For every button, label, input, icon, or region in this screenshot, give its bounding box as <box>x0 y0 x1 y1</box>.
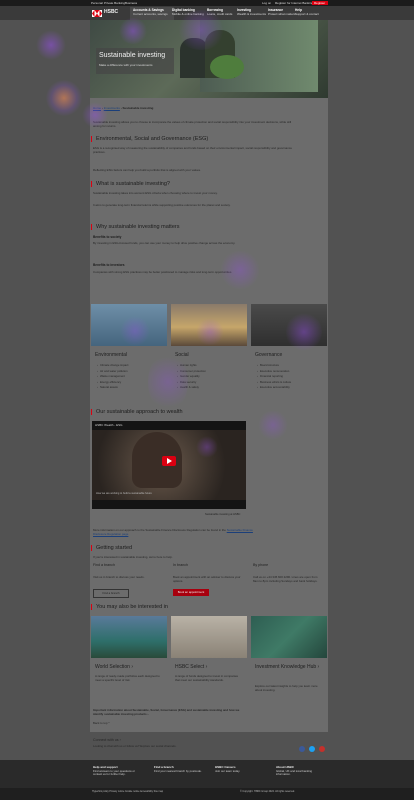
nav-item-sub: Current accounts, savings <box>133 11 168 16</box>
nav-item-sub: Mobile & online banking <box>172 11 204 16</box>
card-title-social: Social <box>175 352 189 358</box>
video-title: HSBC Wealth - ESG <box>95 423 123 427</box>
legal-copyright: © Copyright. HSBC Group 2022. All rights… <box>240 790 295 793</box>
interest-text-hsbc-select: A range of funds designed to invest in c… <box>175 674 238 682</box>
footer-careers[interactable]: HSBC Careers Join our team today. <box>215 765 265 773</box>
sfdr-text: More information on our approach to the … <box>93 528 253 536</box>
why-subheading-investors: Benefits to investors <box>93 263 125 267</box>
footer-branch-text: Find your nearest branch by postcode. <box>154 768 202 773</box>
esg-heading: Environmental, Social and Governance (ES… <box>91 136 208 142</box>
nav-item-sub: Support & contact <box>295 11 319 16</box>
connect-heading[interactable]: Connect with us › <box>93 738 121 742</box>
list-item: Health & safety <box>177 385 206 391</box>
page: Personal Private Banking Business Log on… <box>0 0 414 800</box>
brand-name: HSBC <box>104 9 119 15</box>
esg-paragraph-1: ESG is a recognised way of measuring the… <box>93 146 292 154</box>
hero-person-left <box>180 38 208 78</box>
breadcrumb: Home › Investments › Sustainable investi… <box>93 106 154 110</box>
environmental-list: Climate change impact Air and water poll… <box>97 363 128 391</box>
book-appointment-button[interactable]: Book an appointment <box>173 589 209 596</box>
list-item: Natural assets <box>97 385 128 391</box>
footer-help[interactable]: Help and support Find answers to your que… <box>93 765 143 777</box>
hero-plant <box>210 55 244 79</box>
interested-heading: You may also be interested in <box>91 604 168 610</box>
nav-item-help[interactable]: Help Support & contact <box>295 8 319 16</box>
start-col-title-inbranch: In branch <box>173 563 188 567</box>
interest-title-knowledge-hub[interactable]: Investment Knowledge Hub › <box>255 664 325 670</box>
legal-links[interactable]: Hyperlink policy Privacy notice Cookie n… <box>92 790 163 793</box>
knowledge-hub-image[interactable] <box>251 616 327 658</box>
list-item: Executive accountability <box>257 385 291 391</box>
governance-image <box>251 304 327 346</box>
nav-item-borrowing[interactable]: Borrowing Loans, credit cards <box>207 8 233 16</box>
youtube-icon[interactable] <box>319 746 325 752</box>
interest-text-knowledge-hub: Explore our latest insights to help you … <box>255 684 318 692</box>
footer-help-text: Find answers to your questions or contac… <box>93 768 135 777</box>
interest-title-hsbc-select[interactable]: HSBC Select › <box>175 664 207 670</box>
card-title-governance: Governance <box>255 352 283 358</box>
breadcrumb-investments[interactable]: Investments <box>104 106 120 110</box>
footer-about-text: Global, UK and local banking information… <box>276 768 313 777</box>
footer-branch[interactable]: Find a branch Find your nearest branch by… <box>154 765 204 773</box>
esg-paragraph-2: Reflecting ESG factors can help you buil… <box>93 168 201 172</box>
social-list: Human rights Consumer protection Gender … <box>177 363 206 391</box>
start-col-text-branch: Visit us in branch to discuss your needs… <box>93 575 145 579</box>
getting-started-heading: Getting started <box>91 545 132 551</box>
heatmap-blob <box>46 80 82 116</box>
nav-item-insurance[interactable]: Insurance Protect what matters <box>268 8 296 16</box>
nav-item-investing[interactable]: Investing Wealth & investments <box>237 8 266 16</box>
play-icon[interactable] <box>162 456 176 466</box>
interest-title-world-selection[interactable]: World Selection › <box>95 664 133 670</box>
environmental-image <box>91 304 167 346</box>
register-button[interactable]: Register <box>312 1 328 5</box>
video-caption: How we are working to build a sustainabl… <box>96 492 152 495</box>
start-col-title-branch: Find a branch <box>93 563 115 567</box>
hsbc-select-image[interactable] <box>171 616 247 658</box>
start-col-text-inbranch: Book an appointment with an adviser to d… <box>173 575 241 583</box>
nav-item-sub: Wealth & investments <box>237 11 266 16</box>
governance-list: Board structure Executive remuneration F… <box>257 363 291 391</box>
footer-careers-text: Join our team today. <box>215 768 241 773</box>
heatmap-blob <box>36 30 66 60</box>
facebook-icon[interactable] <box>299 746 305 752</box>
why-subheading-society: Benefits to society <box>93 235 122 239</box>
footer <box>0 760 414 788</box>
intro-text: Sustainable investing allows you to choo… <box>93 120 292 128</box>
list-item: Waste management <box>97 374 128 380</box>
breadcrumb-current: Sustainable investing <box>122 106 154 110</box>
important-info-link[interactable]: Important information about Sustainable,… <box>93 708 243 716</box>
legal-bar: Hyperlink policy Privacy notice Cookie n… <box>0 788 414 800</box>
getting-started-intro: If you're interested in sustainable inve… <box>93 555 173 559</box>
interest-text-world-selection: A range of ready-made portfolios each de… <box>95 674 160 682</box>
footer-about[interactable]: About HSBC Global, UK and local banking i… <box>276 765 326 777</box>
breadcrumb-home[interactable]: Home <box>93 106 101 110</box>
nav-item-accounts[interactable]: Accounts & Savings Current accounts, savi… <box>133 8 168 16</box>
why-heading: Why sustainable investing matters <box>91 224 179 230</box>
what-paragraph-2: It aims to generate long-term financial … <box>93 203 231 207</box>
start-col-text-phone: Call us on +44 345 600 2290. Lines are o… <box>253 575 318 583</box>
list-item: Climate change impact <box>97 363 128 369</box>
connect-text: Looking to chat with us or follow us? Ex… <box>93 744 177 748</box>
back-to-top-link[interactable]: Back to top ^ <box>93 721 110 725</box>
nav-item-digital[interactable]: Digital banking Mobile & online banking <box>172 8 204 16</box>
hsbc-logo-icon[interactable] <box>92 10 102 17</box>
twitter-icon[interactable] <box>309 746 315 752</box>
hero-subtitle: Make a difference with your investments <box>99 63 153 67</box>
nav-item-sub: Loans, credit cards <box>207 11 233 16</box>
what-heading: What is sustainable investing? <box>91 181 170 187</box>
start-col-title-phone: By phone <box>253 563 269 567</box>
social-image <box>171 304 247 346</box>
what-paragraph-1: Sustainable investing takes into account… <box>93 191 218 195</box>
nav-item-sub: Protect what matters <box>268 11 296 16</box>
card-title-environmental: Environmental <box>95 352 127 358</box>
video-link[interactable]: Sustainable investing at HSBC <box>205 513 240 516</box>
why-paragraph-investors: Companies with strong ESG practices may … <box>93 270 233 274</box>
approach-heading: Our sustainable approach to wealth <box>91 409 183 415</box>
find-branch-button[interactable]: Find a branch <box>93 589 129 598</box>
hero-title: Sustainable investing <box>99 52 166 59</box>
world-selection-image[interactable] <box>91 616 167 658</box>
why-paragraph-society: By investing in ESG-focused funds, you c… <box>93 241 236 245</box>
